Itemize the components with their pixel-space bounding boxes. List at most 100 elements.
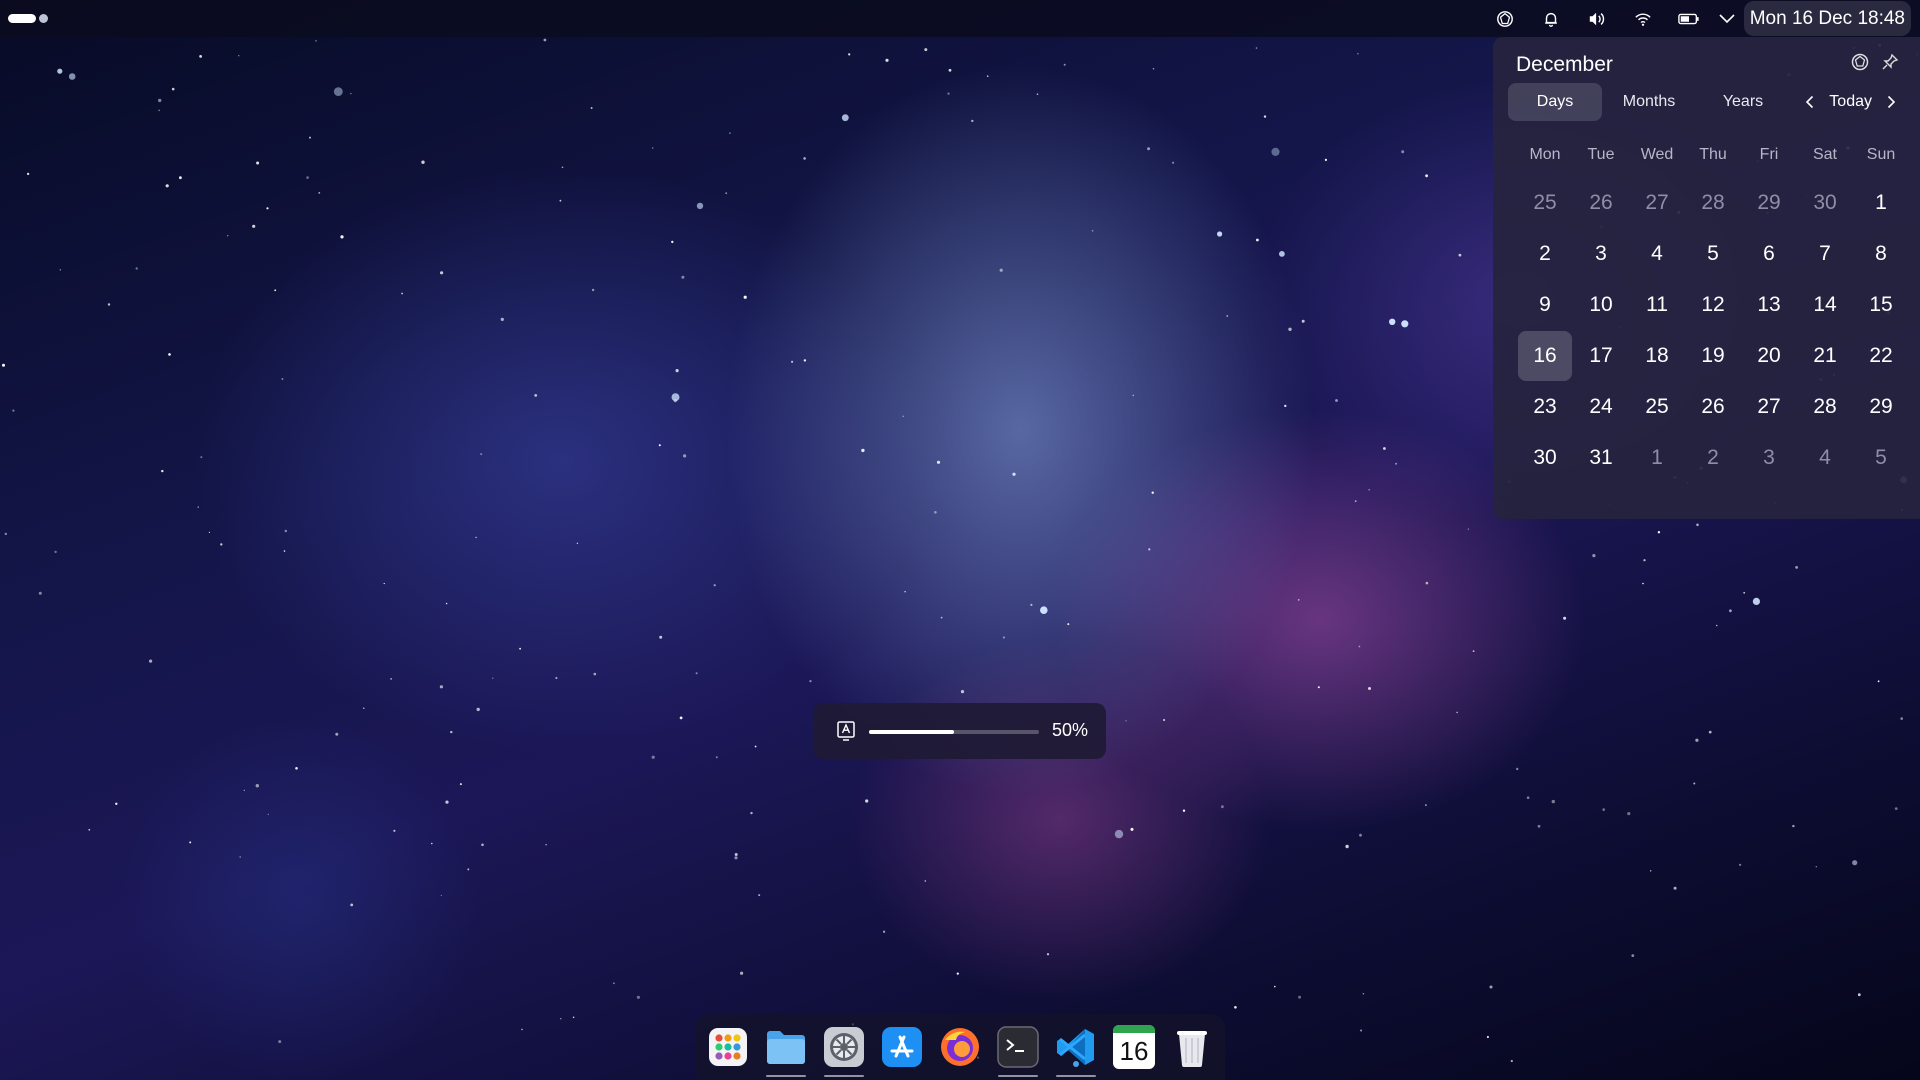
calendar-day-number: 7 (1819, 241, 1831, 265)
pin-icon[interactable] (1880, 52, 1900, 72)
vscode-icon[interactable] (1052, 1023, 1100, 1077)
calendar-day[interactable]: 12 (1685, 279, 1741, 330)
calendar-day[interactable]: 25 (1517, 177, 1573, 228)
calendar-app-band (1113, 1025, 1155, 1033)
calendar-day[interactable]: 4 (1797, 432, 1853, 483)
calendar-day[interactable]: 17 (1573, 330, 1629, 381)
display-brightness-icon (834, 719, 858, 743)
calendar-day[interactable]: 29 (1853, 381, 1909, 432)
calendar-day[interactable]: 28 (1685, 177, 1741, 228)
calendar-day[interactable]: 2 (1517, 228, 1573, 279)
calendar-day[interactable]: 14 (1797, 279, 1853, 330)
calendar-app-day: 16 (1119, 1035, 1149, 1066)
calendar-day[interactable]: 4 (1629, 228, 1685, 279)
calendar-day-number: 26 (1701, 394, 1725, 418)
calendar-day-number: 23 (1533, 394, 1557, 418)
workspace-active-pill[interactable] (8, 14, 36, 23)
vpn-icon[interactable] (1482, 0, 1528, 37)
calendar-day[interactable]: 11 (1629, 279, 1685, 330)
calendar-day[interactable]: 10 (1573, 279, 1629, 330)
calendar-day-number: 2 (1539, 241, 1551, 265)
calendar-day-number: 1 (1651, 445, 1663, 469)
calendar-day[interactable]: 18 (1629, 330, 1685, 381)
calendar-day[interactable]: 23 (1517, 381, 1573, 432)
calendar-day-number: 14 (1813, 292, 1837, 316)
tab-months[interactable]: Months (1602, 83, 1696, 121)
volume-icon[interactable] (1574, 0, 1620, 37)
calendar-app-icon[interactable]: 16 (1110, 1023, 1158, 1071)
calendar-day[interactable]: 1 (1629, 432, 1685, 483)
app-store-icon[interactable] (878, 1023, 926, 1071)
menu-chevron-icon[interactable] (1712, 0, 1742, 37)
weekday-sun: Sun (1866, 146, 1896, 163)
calendar-day[interactable]: 28 (1797, 381, 1853, 432)
calendar-day[interactable]: 19 (1685, 330, 1741, 381)
calendar-day[interactable]: 3 (1573, 228, 1629, 279)
calendar-day-number: 15 (1869, 292, 1893, 316)
calendar-day-number: 17 (1589, 343, 1613, 367)
calendar-day-number: 18 (1645, 343, 1669, 367)
weekday-wed: Wed (1640, 146, 1674, 163)
weekday-thu: Thu (1699, 146, 1727, 163)
weekday-tue: Tue (1587, 146, 1615, 163)
calendar-day-number: 22 (1869, 343, 1893, 367)
app-grid-icon[interactable] (704, 1023, 752, 1071)
calendar-day[interactable]: 27 (1741, 381, 1797, 432)
clock[interactable]: Mon 16 Dec 18:48 (1743, 1, 1911, 36)
notifications-icon[interactable] (1528, 0, 1574, 37)
activities-indicator[interactable] (8, 14, 48, 23)
calendar-day-number: 31 (1589, 445, 1613, 469)
battery-icon[interactable] (1666, 0, 1712, 37)
calendar-day-number: 12 (1701, 292, 1725, 316)
calendar-day[interactable]: 15 (1853, 279, 1909, 330)
today-button[interactable]: Today (1829, 93, 1872, 111)
workspace-dot[interactable] (39, 14, 48, 23)
terminal-icon[interactable] (994, 1023, 1042, 1077)
calendar-day[interactable]: 25 (1629, 381, 1685, 432)
calendar-day[interactable]: 30 (1517, 432, 1573, 483)
calendar-day-number: 21 (1813, 343, 1837, 367)
calendar-day[interactable]: 20 (1741, 330, 1797, 381)
calendar-day[interactable]: 29 (1741, 177, 1797, 228)
trash-icon[interactable] (1168, 1023, 1216, 1071)
calendar-day[interactable]: 1 (1853, 177, 1909, 228)
calendar-day-number: 25 (1533, 190, 1557, 214)
level-slider-track[interactable] (869, 730, 1039, 734)
previous-month-icon[interactable] (1803, 95, 1817, 109)
calendar-day[interactable]: 5 (1685, 228, 1741, 279)
wifi-icon[interactable] (1620, 0, 1666, 37)
calendar-day[interactable]: 7 (1797, 228, 1853, 279)
tab-years[interactable]: Years (1696, 83, 1790, 121)
calendar-day[interactable]: 27 (1629, 177, 1685, 228)
next-month-icon[interactable] (1884, 95, 1898, 109)
calendar-day[interactable]: 3 (1741, 432, 1797, 483)
weekday-fri: Fri (1759, 146, 1779, 163)
calendar-day[interactable]: 5 (1853, 432, 1909, 483)
firefox-icon[interactable] (936, 1023, 984, 1071)
calendar-settings-icon[interactable] (1850, 52, 1870, 72)
calendar-day[interactable]: 24 (1573, 381, 1629, 432)
calendar-day[interactable]: 9 (1517, 279, 1573, 330)
calendar-day[interactable]: 30 (1797, 177, 1853, 228)
calendar-day[interactable]: 13 (1741, 279, 1797, 330)
calendar-day[interactable]: 26 (1573, 177, 1629, 228)
calendar-day-number: 2 (1707, 445, 1719, 469)
calendar-day-number: 28 (1701, 190, 1725, 214)
calendar-day[interactable]: 31 (1573, 432, 1629, 483)
calendar-day-number: 20 (1757, 343, 1781, 367)
calendar-day[interactable]: 6 (1741, 228, 1797, 279)
calendar-day[interactable]: 8 (1853, 228, 1909, 279)
calendar-day[interactable]: 21 (1797, 330, 1853, 381)
calendar-day[interactable]: 2 (1685, 432, 1741, 483)
calendar-view-tabs: Days Months Years (1508, 83, 1790, 121)
tab-days[interactable]: Days (1508, 83, 1602, 121)
calendar-day-number: 13 (1757, 292, 1781, 316)
calendar-day-today[interactable]: 16 (1517, 330, 1573, 381)
calendar-day-number: 24 (1589, 394, 1613, 418)
calendar-day[interactable]: 22 (1853, 330, 1909, 381)
calendar-day-number: 19 (1701, 343, 1725, 367)
system-tray: Mon 16 Dec 18:48 (1482, 0, 1911, 37)
calendar-day[interactable]: 26 (1685, 381, 1741, 432)
settings-icon[interactable] (820, 1023, 868, 1077)
files-icon[interactable] (762, 1023, 810, 1077)
